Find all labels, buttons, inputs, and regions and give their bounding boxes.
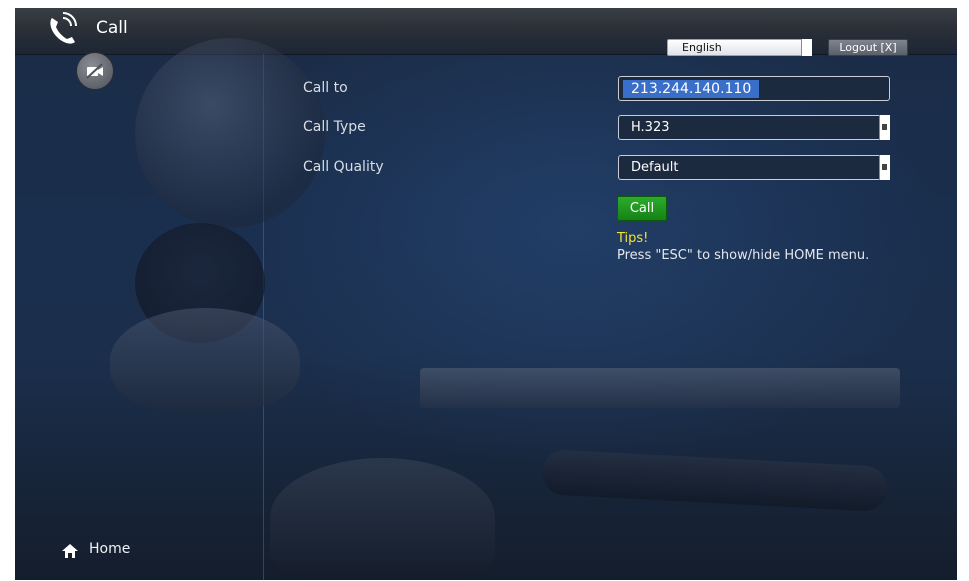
phone-ringing-icon: [45, 12, 81, 46]
background-codec-art: [420, 368, 900, 408]
background-camera-neck-art: [135, 223, 265, 343]
top-bar: [15, 8, 957, 55]
call-type-value: H.323: [631, 120, 670, 135]
page-title: Call: [96, 18, 128, 38]
home-link[interactable]: Home: [89, 541, 130, 557]
call-type-label: Call Type: [303, 119, 366, 135]
call-button[interactable]: Call: [617, 196, 667, 221]
logout-button[interactable]: Logout [X]: [828, 39, 908, 56]
chevron-down-icon: [801, 39, 812, 56]
language-select-value: English: [682, 41, 722, 54]
call-to-value: 213.244.140.110: [623, 80, 760, 98]
call-quality-select[interactable]: Default: [618, 155, 890, 180]
call-type-select[interactable]: H.323: [618, 115, 890, 140]
tips-text: Press "ESC" to show/hide HOME menu.: [617, 248, 870, 263]
home-icon[interactable]: [62, 543, 78, 559]
background-remote-art: [541, 449, 888, 512]
camera-off-icon[interactable]: [76, 52, 114, 90]
background-camera-art: [135, 38, 325, 228]
call-quality-value: Default: [631, 160, 679, 175]
call-to-input[interactable]: 213.244.140.110: [618, 76, 890, 101]
background-microphone-art: [270, 458, 495, 578]
background-camera-base-art: [110, 308, 300, 413]
call-to-label: Call to: [303, 80, 348, 96]
chevron-down-icon: [879, 155, 890, 180]
call-quality-label: Call Quality: [303, 159, 384, 175]
tips-title: Tips!: [617, 231, 649, 246]
language-select[interactable]: English: [667, 39, 812, 56]
main-screen: Call English Logout [X] Call to 213.244.…: [15, 8, 957, 580]
chevron-down-icon: [879, 115, 890, 140]
vertical-divider: [263, 54, 264, 580]
